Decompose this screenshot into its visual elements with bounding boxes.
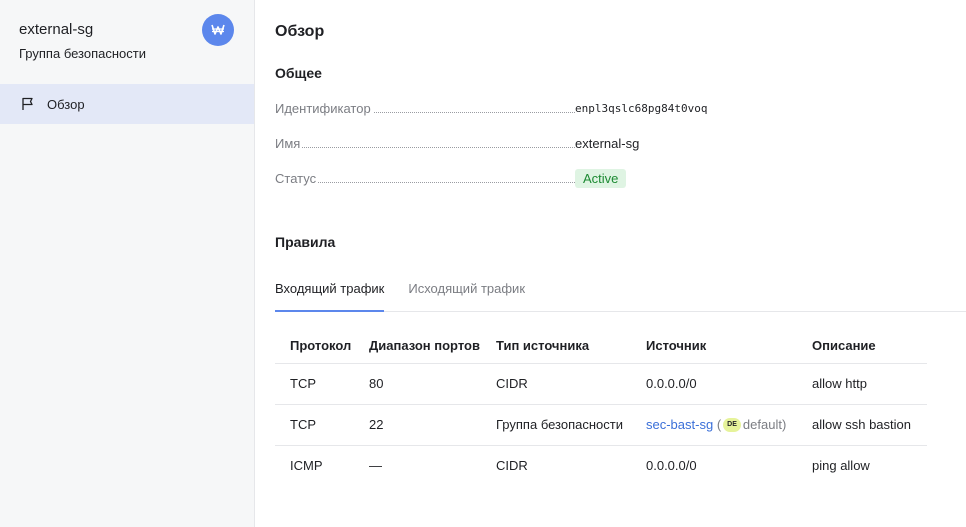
table-row: TCP 22 Группа безопасности sec-bast-sg (… [275,404,927,446]
field-value-status: Active [575,168,627,188]
cell-ports: 22 [354,404,481,446]
cell-description: allow http [797,363,927,405]
col-source: Источник [631,328,797,364]
cell-source: sec-bast-sg (DE default) [631,404,797,446]
paren-close: ) [781,416,787,432]
main-content: Обзор Общее Идентификатор enpl3qslc68pg8… [255,0,966,527]
cell-source: 0.0.0.0/0 [646,458,697,474]
cell-protocol: TCP [275,404,354,446]
table-row: ICMP — CIDR 0.0.0.0/0 ping allow [275,445,927,486]
folder-badge: DE [723,418,741,433]
cell-protocol: TCP [275,363,354,405]
page-title: Обзор [275,23,325,40]
sidebar-item-label: Обзор [47,96,85,112]
general-fields: Идентификатор enpl3qslc68pg84t0voq Имя e… [275,91,966,196]
field-status: Статус Active [275,161,966,196]
cell-source-type: CIDR [496,458,528,474]
field-key: Статус [275,171,317,186]
cell-source: 0.0.0.0/0 [631,363,797,405]
col-source-type: Тип источника [481,328,631,364]
cell-source-type: CIDR [481,363,631,405]
dotted-leader [275,182,575,183]
tab-ingress[interactable]: Входящий трафик [275,277,385,312]
sidebar-item-overview[interactable]: Обзор [0,84,254,124]
section-title-general: Общее [275,65,322,81]
field-key-wrap: Идентификатор [275,91,373,126]
cell-source-type: Группа безопасности [481,404,631,446]
col-protocol: Протокол [275,328,354,364]
traffic-tabs: Входящий трафик Исходящий трафик [275,277,966,312]
col-description: Описание [797,328,927,364]
paren-open: ( [716,416,722,432]
tab-egress[interactable]: Исходящий трафик [408,277,525,311]
table-row: TCP 80 CIDR 0.0.0.0/0 allow http [275,363,927,405]
cell-ports: 80 [354,363,481,405]
section-title-rules: Правила [275,234,336,250]
cell-protocol: ICMP [290,458,323,474]
dotted-leader [275,147,575,148]
sidebar-header: external-sg Группа безопасности [0,0,254,84]
cell-description: ping allow [812,458,870,474]
flag-icon [19,95,37,113]
col-ports: Диапазон портов [354,328,481,364]
field-value-name: external-sg [575,136,640,151]
field-key: Идентификатор [275,101,371,116]
field-value-id: enpl3qslc68pg84t0voq [575,102,708,115]
table-header-row: Протокол Диапазон портов Тип источника И… [275,328,927,364]
folder-name: default [742,416,782,432]
field-key: Имя [275,136,301,151]
rules-table: Протокол Диапазон портов Тип источника И… [275,328,927,486]
status-badge: Active [575,168,627,188]
field-key-wrap: Статус [275,161,319,196]
security-group-icon [202,14,234,46]
field-id: Идентификатор enpl3qslc68pg84t0voq [275,91,966,126]
field-name: Имя external-sg [275,126,966,161]
source-sg-link[interactable]: sec-bast-sg [646,417,713,432]
sidebar: external-sg Группа безопасности Обзор [0,0,255,527]
cell-ports: — [369,458,382,474]
app-root: external-sg Группа безопасности Обзор Об… [0,0,966,527]
resource-type: Группа безопасности [19,46,146,61]
cell-description: allow ssh bastion [797,404,927,446]
field-key-wrap: Имя [275,126,303,161]
